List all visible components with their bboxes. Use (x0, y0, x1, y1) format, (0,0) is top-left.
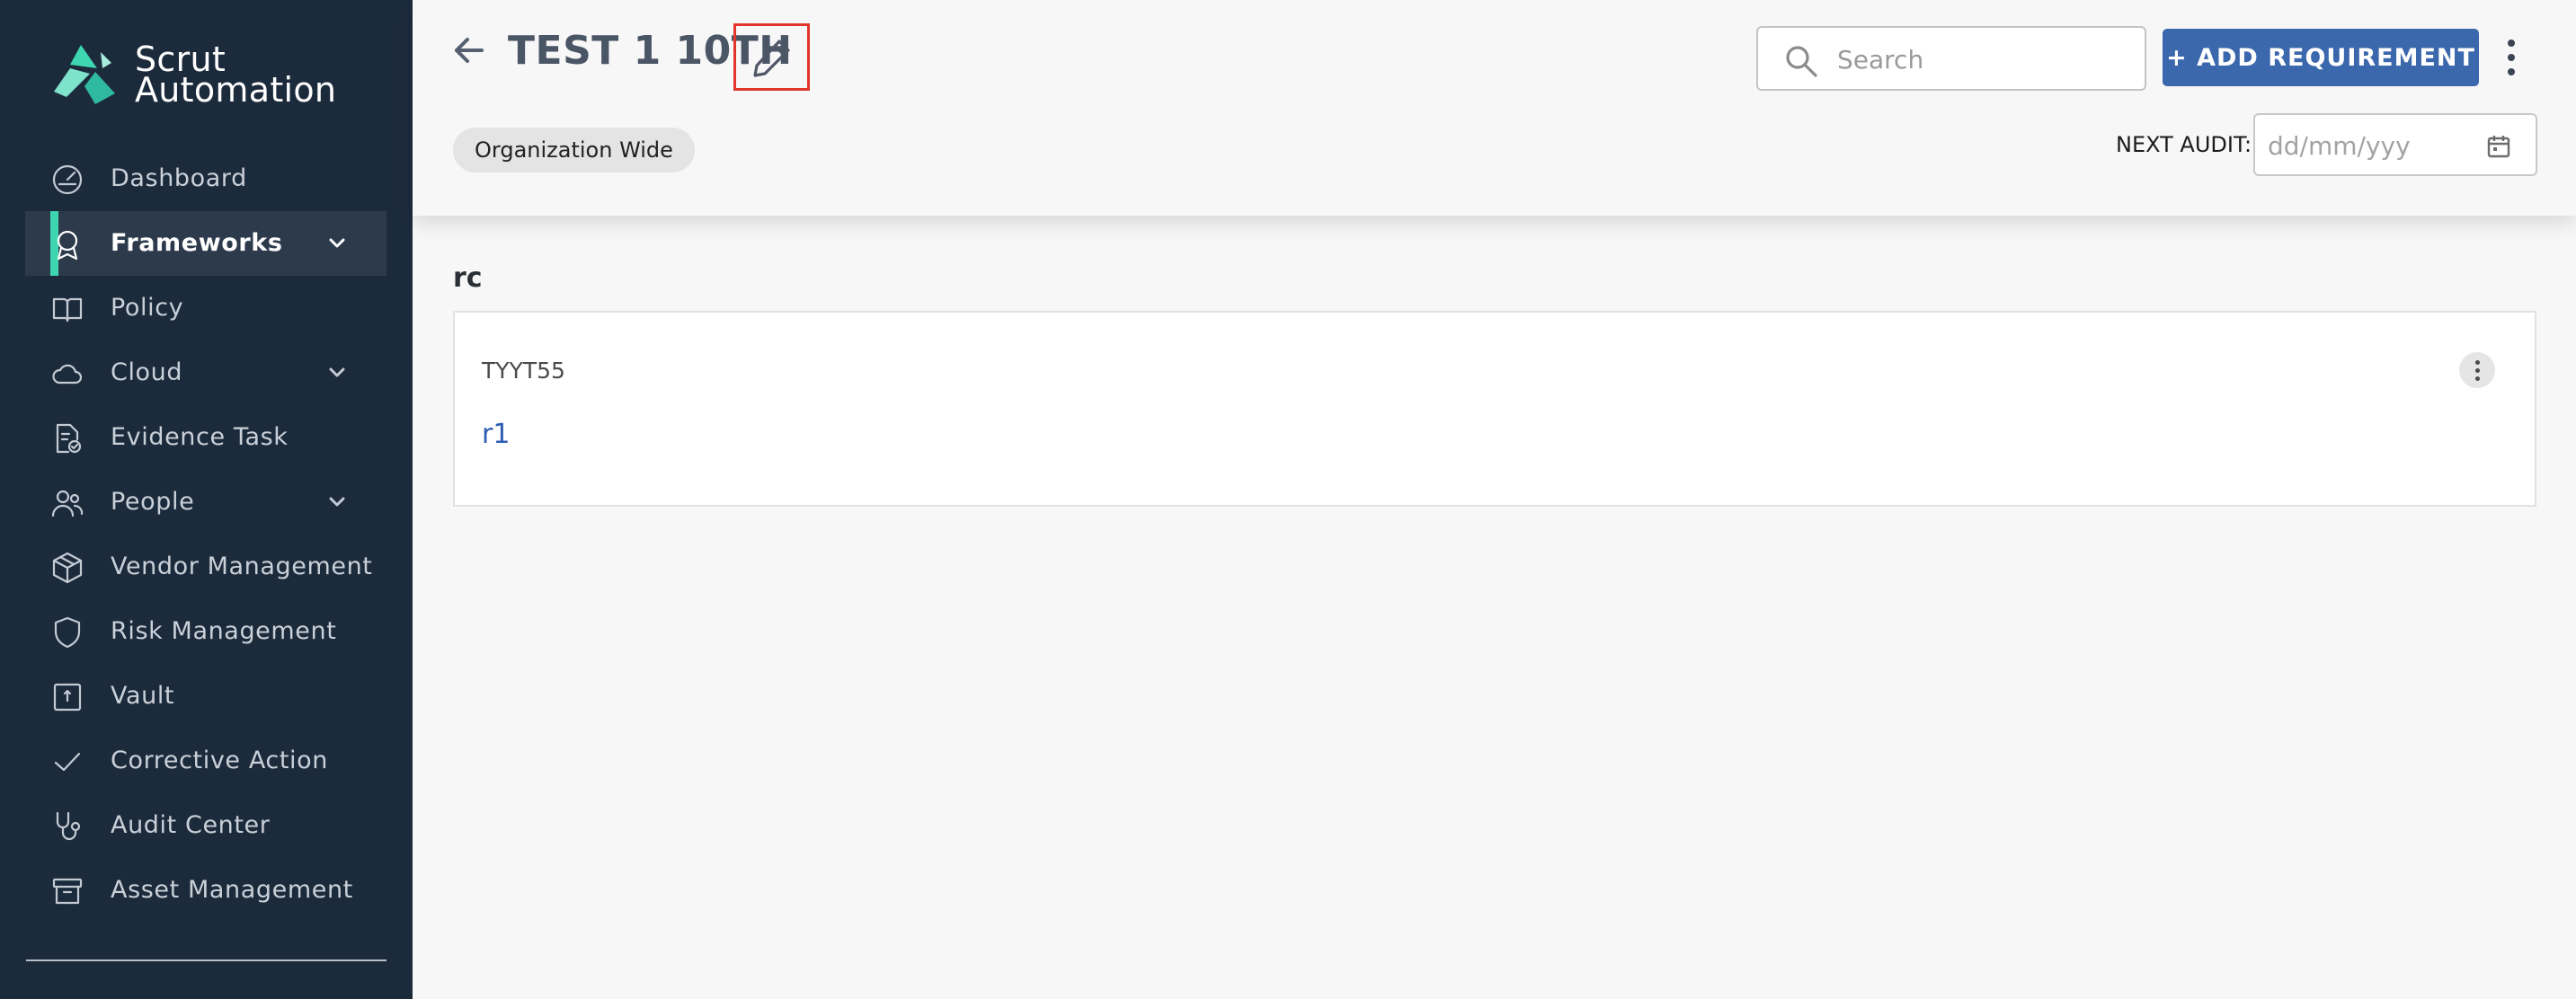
card-more-options-icon[interactable] (2459, 352, 2495, 388)
sidebar-nav: Dashboard Frameworks Policy Cloud Eviden… (0, 146, 413, 923)
sidebar-item-label: Evidence Task (111, 423, 289, 451)
sidebar-item-risk-management[interactable]: Risk Management (0, 599, 413, 664)
sidebar-item-label: Frameworks (111, 229, 283, 257)
section-title: rc (453, 262, 483, 294)
stethoscope-icon (50, 809, 84, 844)
sidebar-item-evidence-task[interactable]: Evidence Task (0, 405, 413, 470)
dashboard-icon (50, 163, 84, 197)
brand-line-2: Automation (135, 70, 337, 110)
page-header: TEST 1 10TH Organization Wide + ADD REQU… (413, 0, 2576, 216)
brand-name: Scrut Automation (135, 42, 337, 110)
box-icon (50, 551, 84, 585)
sidebar-item-label: Policy (111, 294, 184, 322)
requirement-link[interactable]: r1 (482, 419, 510, 451)
pencil-icon (752, 39, 790, 77)
chevron-down-icon[interactable] (325, 491, 349, 514)
sidebar-item-audit-center[interactable]: Audit Center (0, 793, 413, 858)
sidebar-item-label: People (111, 488, 195, 516)
book-icon (50, 292, 84, 326)
sidebar-item-asset-management[interactable]: Asset Management (0, 858, 413, 923)
award-icon (50, 227, 84, 261)
checkmark-icon (50, 745, 84, 779)
cloud-icon (50, 357, 84, 391)
document-check-icon (50, 421, 84, 455)
shield-icon (50, 615, 84, 650)
sidebar: Scrut Automation Dashboard Frameworks Po… (0, 0, 413, 999)
chevron-down-icon[interactable] (325, 232, 349, 255)
sidebar-item-policy[interactable]: Policy (0, 276, 413, 340)
more-options-icon[interactable] (2502, 36, 2520, 79)
next-audit-date-field[interactable] (2253, 113, 2537, 176)
scrut-logo-icon (54, 45, 115, 104)
sidebar-item-frameworks[interactable]: Frameworks (25, 211, 386, 276)
requirement-card: TYYT55 r1 (453, 311, 2536, 507)
next-audit-date-input[interactable] (2268, 129, 2474, 162)
sidebar-item-cloud[interactable]: Cloud (0, 340, 413, 405)
next-audit-label: NEXT AUDIT: (2116, 132, 2252, 157)
sidebar-item-label: Vault (111, 682, 175, 710)
sidebar-item-label: Risk Management (111, 617, 337, 645)
sidebar-item-label: Corrective Action (111, 747, 328, 774)
search-box[interactable] (1756, 26, 2146, 91)
sidebar-item-vault[interactable]: Vault (0, 664, 413, 729)
brand-logo[interactable]: Scrut Automation (49, 41, 336, 108)
search-input[interactable] (1837, 40, 2125, 78)
sidebar-item-corrective-action[interactable]: Corrective Action (0, 729, 413, 793)
sidebar-item-label: Dashboard (111, 164, 247, 192)
sidebar-item-people[interactable]: People (0, 470, 413, 535)
sidebar-item-vendor-management[interactable]: Vendor Management (0, 535, 413, 599)
edit-title-button[interactable] (733, 23, 810, 91)
scope-chip[interactable]: Organization Wide (453, 128, 695, 172)
sidebar-item-label: Cloud (111, 358, 183, 386)
archive-icon (50, 874, 84, 908)
calendar-icon[interactable] (2485, 133, 2512, 160)
vault-icon (50, 680, 84, 714)
sidebar-item-label: Asset Management (111, 876, 353, 904)
search-icon (1784, 44, 1818, 78)
chevron-down-icon[interactable] (325, 361, 349, 385)
back-arrow-icon[interactable] (451, 32, 487, 68)
sidebar-divider (26, 959, 386, 961)
requirement-code: TYYT55 (482, 358, 565, 384)
sidebar-item-label: Audit Center (111, 811, 271, 839)
sidebar-item-label: Vendor Management (111, 553, 373, 580)
people-icon (50, 486, 84, 520)
sidebar-item-dashboard[interactable]: Dashboard (0, 146, 413, 211)
add-requirement-button[interactable]: + ADD REQUIREMENT (2163, 29, 2479, 86)
